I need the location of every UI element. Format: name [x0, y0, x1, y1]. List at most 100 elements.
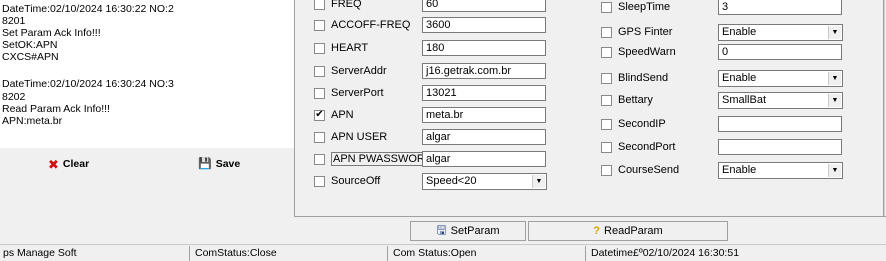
param-coursesend-row: CourseSend [601, 162, 679, 178]
serverport-checkbox[interactable] [314, 87, 325, 99]
param-apn-password-row: APN PWASSWORD [314, 151, 435, 167]
secondip-checkbox[interactable] [601, 118, 612, 130]
apn-password-input[interactable]: algar [422, 151, 546, 167]
log-line: SetOK:APN [2, 39, 58, 51]
bettary-checkbox[interactable] [601, 94, 612, 106]
clear-button[interactable]: ✖ Clear [48, 156, 89, 172]
log-buttons-bar: ✖ Clear 💾 Save [0, 148, 294, 244]
blindsend-value: Enable [722, 72, 757, 84]
log-line: DateTime:02/10/2024 16:30:22 NO:2 [2, 3, 174, 15]
secondport-checkbox[interactable] [601, 141, 612, 153]
serverport-label: ServerPort [331, 87, 384, 99]
freq-input[interactable]: 60 [422, 0, 546, 12]
save-button[interactable]: 💾 Save [198, 156, 240, 172]
apn-user-label: APN USER [331, 131, 388, 143]
coursesend-checkbox[interactable] [601, 164, 612, 176]
log-line: Set Param Ack Info!!! [2, 27, 101, 39]
read-param-label: ReadParam [604, 225, 663, 237]
save-icon: 💾 [198, 157, 212, 170]
sleeptime-label: SleepTime [618, 1, 671, 13]
sourceoff-value: Speed<20 [426, 175, 477, 187]
log-line: DateTime:02/10/2024 16:30:24 NO:3 [2, 78, 174, 90]
coursesend-select[interactable]: Enable ▼ [718, 162, 843, 179]
param-speedwarn-row: SpeedWarn [601, 44, 676, 60]
gps-finter-value: Enable [722, 26, 757, 38]
apn-password-checkbox[interactable] [314, 153, 325, 165]
sourceoff-select[interactable]: Speed<20 ▼ [422, 173, 547, 190]
gps-finter-label: GPS Finter [618, 26, 673, 38]
accoff-freq-label: ACCOFF-FREQ [331, 19, 411, 31]
log-line: Read Param Ack Info!!! [2, 103, 110, 115]
heart-checkbox[interactable] [314, 42, 325, 54]
apn-user-checkbox[interactable] [314, 131, 325, 143]
read-param-button[interactable]: ? ReadParam [528, 221, 728, 241]
bettary-label: Bettary [618, 94, 653, 106]
secondport-input[interactable] [718, 139, 842, 155]
status-datetime: Datetime£º02/10/2024 16:30:51 [591, 247, 740, 259]
status-app-name: ps Manage Soft [0, 246, 190, 261]
save-label: Save [215, 158, 241, 170]
status-bar: ps Manage Soft ComStatus:Close Com Statu… [0, 244, 886, 261]
param-serverport-row: ServerPort [314, 85, 384, 101]
freq-checkbox[interactable] [314, 0, 325, 10]
form-bottom-divider [294, 216, 886, 217]
sourceoff-label: SourceOff [331, 175, 381, 187]
apn-password-label: APN PWASSWORD [331, 152, 435, 166]
secondport-label: SecondPort [618, 141, 676, 153]
param-serveraddr-row: ServerAddr [314, 63, 387, 79]
serverport-input[interactable]: 13021 [422, 85, 546, 101]
set-param-icon: 🖫 [436, 222, 447, 237]
clear-label: Clear [62, 158, 90, 170]
accoff-freq-input[interactable]: 3600 [422, 17, 546, 33]
speedwarn-input[interactable]: 0 [718, 44, 842, 60]
param-gps-finter-row: GPS Finter [601, 24, 672, 40]
freq-label: FREQ [331, 0, 362, 10]
apn-label: APN [331, 109, 354, 121]
param-freq-row: FREQ [314, 0, 362, 12]
heart-input[interactable]: 180 [422, 40, 546, 56]
param-heart-row: HEART [314, 40, 368, 56]
bettary-select[interactable]: SmallBat ▼ [718, 92, 843, 109]
secondip-label: SecondIP [618, 118, 666, 130]
clear-icon: ✖ [48, 156, 59, 172]
param-sourceoff-row: SourceOff [314, 173, 380, 189]
accoff-freq-checkbox[interactable] [314, 19, 325, 31]
serveraddr-label: ServerAddr [331, 65, 387, 77]
check-icon: ✔ [315, 109, 324, 120]
serveraddr-checkbox[interactable] [314, 65, 325, 77]
chevron-down-icon[interactable]: ▼ [828, 164, 841, 177]
gps-finter-checkbox[interactable] [601, 26, 612, 38]
param-sleeptime-row: SleepTime [601, 0, 670, 15]
param-secondip-row: SecondIP [601, 116, 666, 132]
param-accoff-freq-row: ACCOFF-FREQ [314, 17, 410, 33]
bettary-value: SmallBat [722, 94, 767, 106]
sleeptime-checkbox[interactable] [601, 1, 612, 13]
param-bettary-row: Bettary [601, 92, 653, 108]
apn-checkbox[interactable]: ✔ [314, 109, 325, 121]
param-apn-row: ✔ APN [314, 107, 354, 123]
sleeptime-input[interactable]: 3 [718, 0, 842, 15]
param-blindsend-row: BlindSend [601, 70, 668, 86]
coursesend-label: CourseSend [618, 164, 680, 176]
gps-finter-select[interactable]: Enable ▼ [718, 24, 843, 41]
blindsend-select[interactable]: Enable ▼ [718, 70, 843, 87]
chevron-down-icon[interactable]: ▼ [828, 72, 841, 85]
set-param-label: SetParam [450, 225, 500, 237]
read-param-icon: ? [593, 225, 601, 237]
heart-label: HEART [331, 42, 369, 54]
blindsend-label: BlindSend [618, 72, 669, 84]
log-line: 8202 [2, 91, 26, 103]
form-frame-edge [883, 0, 885, 216]
apn-input[interactable]: meta.br [422, 107, 546, 123]
speedwarn-checkbox[interactable] [601, 46, 612, 58]
secondip-input[interactable] [718, 116, 842, 132]
set-param-button[interactable]: 🖫 SetParam [410, 221, 526, 241]
log-panel: DateTime:02/10/2024 16:30:22 NO:2 8201 S… [0, 0, 294, 148]
chevron-down-icon[interactable]: ▼ [828, 94, 841, 107]
apn-user-input[interactable]: algar [422, 129, 546, 145]
chevron-down-icon[interactable]: ▼ [828, 26, 841, 39]
blindsend-checkbox[interactable] [601, 72, 612, 84]
chevron-down-icon[interactable]: ▼ [532, 175, 545, 188]
serveraddr-input[interactable]: j16.getrak.com.br [422, 63, 546, 79]
sourceoff-checkbox[interactable] [314, 175, 325, 187]
